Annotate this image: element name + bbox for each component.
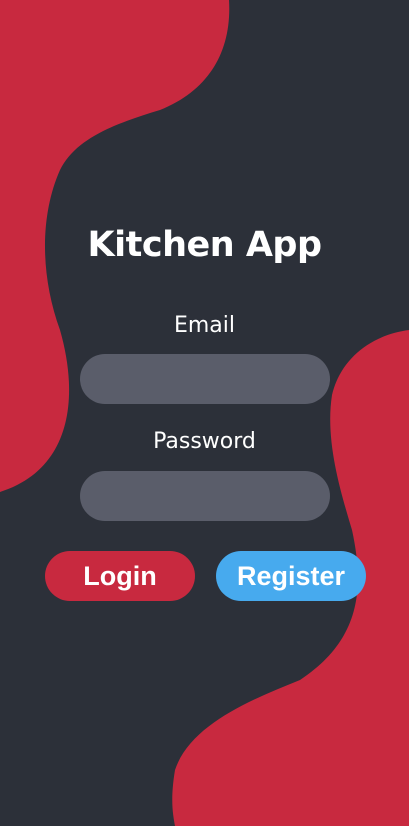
login-button[interactable]: Login — [45, 551, 195, 601]
decorative-background-shapes — [0, 0, 409, 826]
register-button[interactable]: Register — [216, 551, 366, 601]
password-label: Password — [153, 429, 256, 454]
email-input[interactable] — [80, 354, 330, 404]
email-label: Email — [173, 313, 236, 338]
login-screen: Kitchen App Email Password Login Registe… — [0, 0, 409, 826]
password-input[interactable] — [80, 471, 330, 521]
app-title: Kitchen App — [87, 225, 322, 265]
